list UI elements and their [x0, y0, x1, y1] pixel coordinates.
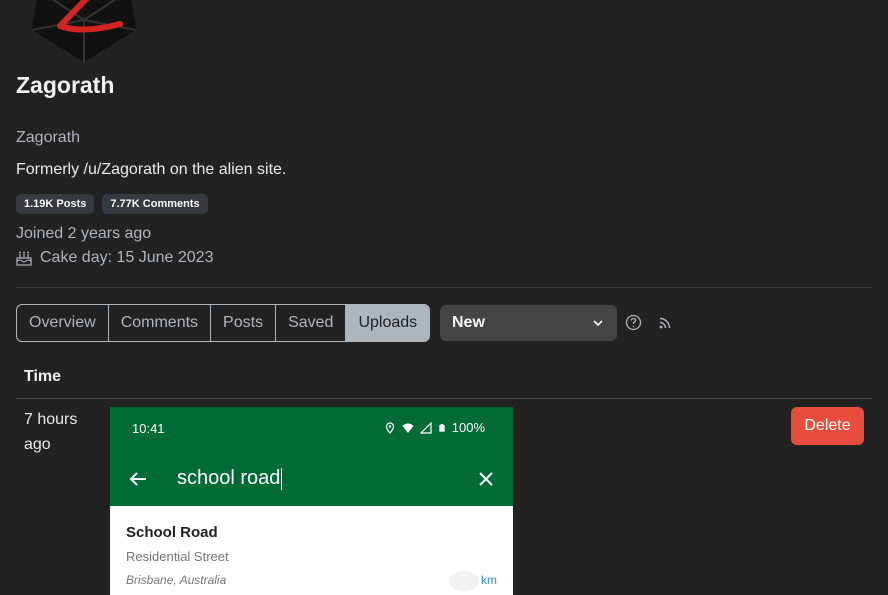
upload-image[interactable]: 10:41 100% school road School Road Resid… [110, 407, 513, 595]
avatar[interactable] [28, 0, 140, 62]
app-header: 10:41 100% school road [110, 407, 513, 506]
tab-posts[interactable]: Posts [211, 305, 277, 341]
tab-uploads[interactable]: Uploads [346, 305, 430, 341]
blurred-distance [449, 571, 479, 591]
result-distance-unit: km [481, 573, 497, 587]
battery-percent: 100% [451, 420, 485, 435]
search-query: school road [177, 467, 283, 490]
close-icon [479, 472, 493, 486]
upload-row-time: 7 hours ago [24, 407, 94, 457]
result-title: School Road [126, 524, 218, 541]
location-icon [385, 421, 394, 434]
status-bar-time: 10:41 [132, 421, 165, 436]
sort-select[interactable]: New [440, 305, 617, 341]
profile-view-tabs: Overview Comments Posts Saved Uploads [16, 304, 431, 342]
search-query-text: school road [177, 467, 281, 489]
profile-badges: 1.19K Posts 7.77K Comments [16, 194, 208, 214]
result-type: Residential Street [126, 549, 229, 564]
tab-overview[interactable]: Overview [17, 305, 109, 341]
comments-count-badge: 7.77K Comments [102, 194, 208, 214]
signal-icon [419, 421, 432, 434]
joined-date: Joined 2 years ago [16, 225, 152, 242]
tab-comments[interactable]: Comments [109, 305, 212, 341]
text-caret [281, 467, 283, 490]
delete-upload-button[interactable]: Delete [791, 407, 864, 445]
upload-time-line2: ago [24, 436, 51, 453]
chevron-down-icon [593, 320, 603, 327]
status-bar-icons: 100% [384, 420, 485, 435]
posts-count-badge: 1.19K Posts [16, 194, 95, 214]
cake-day-label: Cake day: 15 June 2023 [40, 249, 214, 266]
help-circle-icon[interactable] [625, 314, 642, 331]
table-divider [16, 398, 872, 399]
result-place: Brisbane, Australia [126, 573, 227, 587]
profile-username: Zagorath [16, 129, 81, 146]
wifi-icon [402, 423, 414, 433]
profile-display-name: Zagorath [16, 72, 115, 98]
back-arrow-icon [129, 472, 146, 486]
section-divider [16, 287, 872, 288]
sort-selected-value: New [452, 314, 485, 331]
rss-icon[interactable] [658, 316, 672, 330]
cake-day: Cake day: 15 June 2023 [16, 249, 213, 267]
profile-bio: Formerly /u/Zagorath on the alien site. [16, 161, 287, 178]
upload-time-line1: 7 hours [24, 411, 78, 428]
table-header-time: Time [24, 368, 62, 385]
tab-saved[interactable]: Saved [276, 305, 347, 341]
cake-icon [16, 251, 32, 266]
battery-icon [439, 423, 445, 432]
